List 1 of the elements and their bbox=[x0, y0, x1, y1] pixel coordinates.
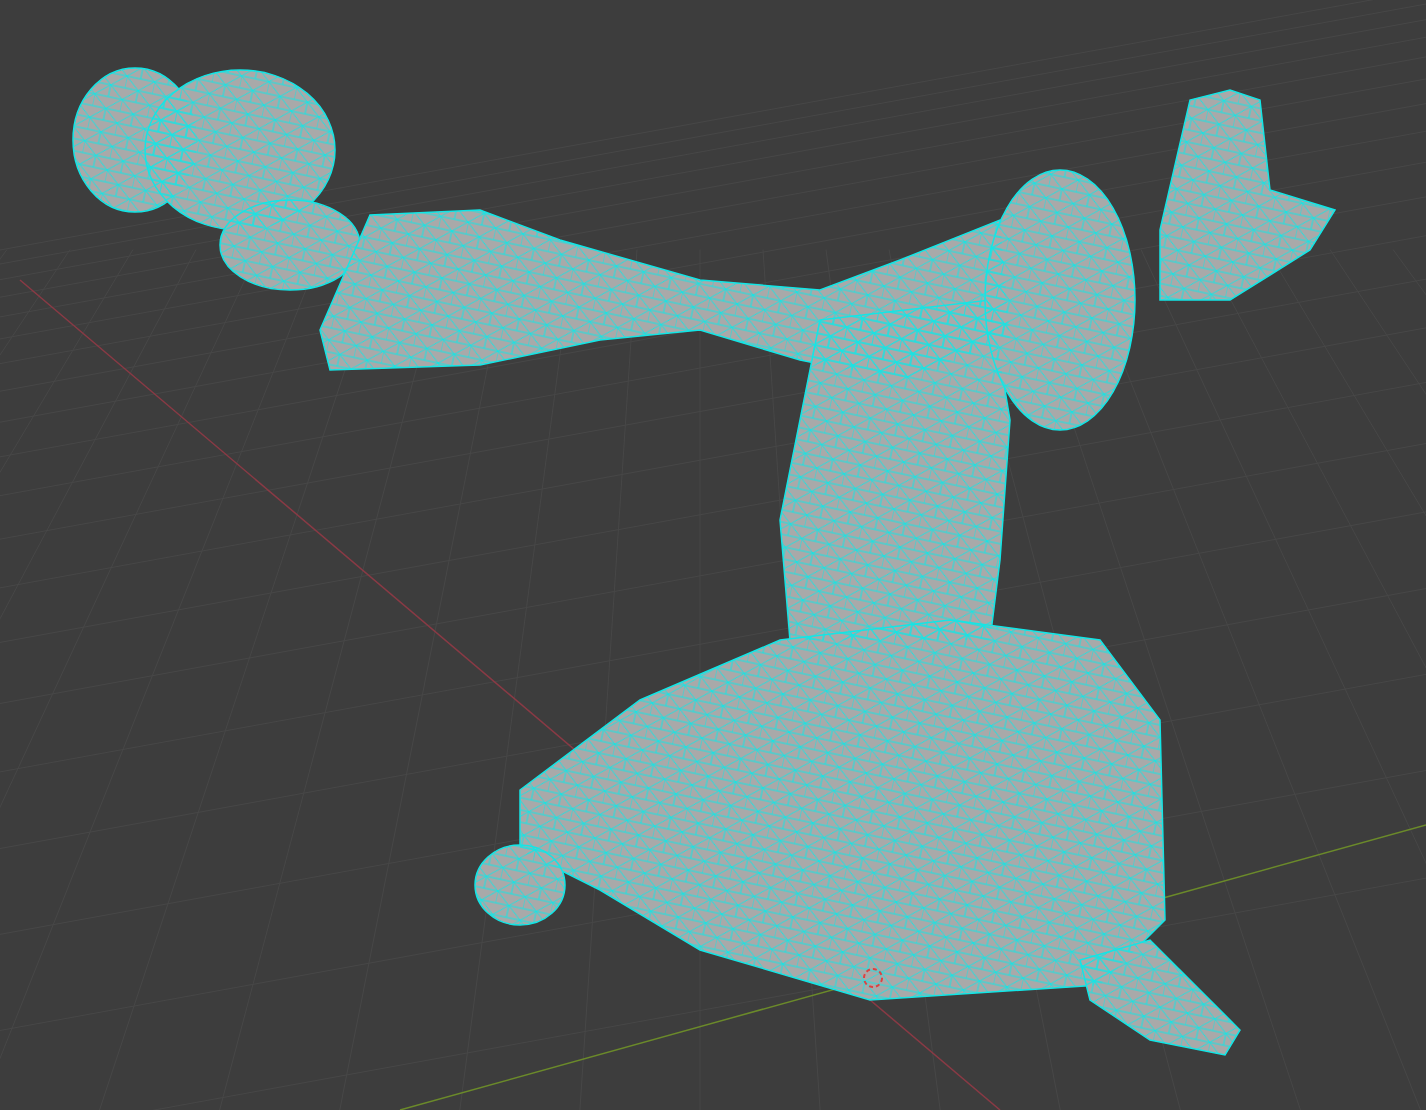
3d-cursor-icon bbox=[863, 968, 883, 988]
